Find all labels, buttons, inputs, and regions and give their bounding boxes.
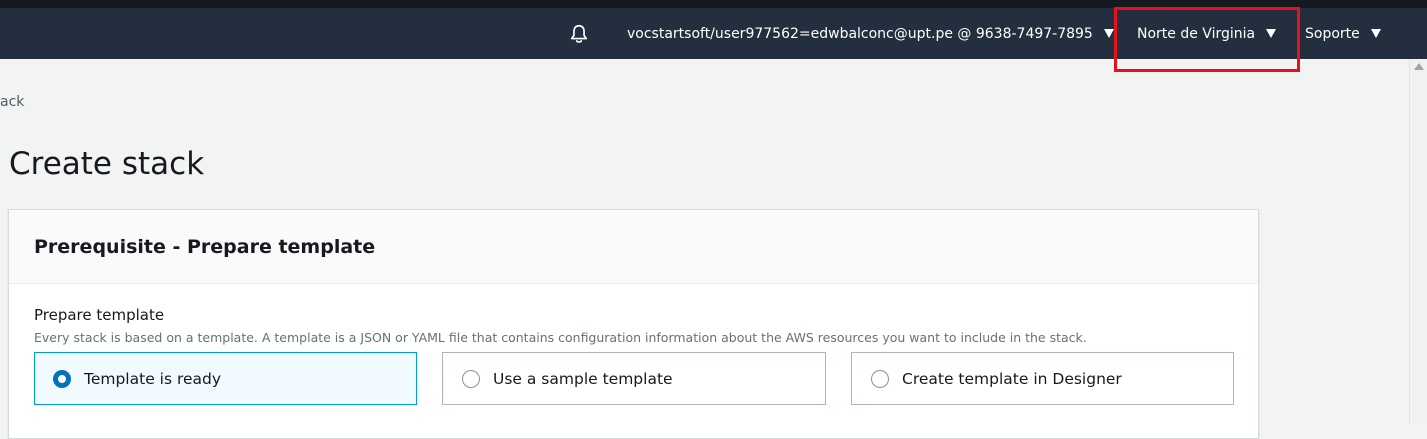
vertical-scrollbar[interactable] <box>1409 59 1427 424</box>
region-selector[interactable]: Norte de Virginia <box>1137 8 1277 59</box>
field-label: Prepare template <box>34 306 165 324</box>
radio-button[interactable] <box>871 369 889 388</box>
page-title: Create stack <box>9 146 205 182</box>
option-label: Use a sample template <box>493 369 673 388</box>
radio-button[interactable] <box>462 369 480 388</box>
scroll-up-arrow-icon[interactable] <box>1414 63 1424 70</box>
option-label: Create template in Designer <box>902 369 1122 388</box>
breadcrumb-item[interactable]: ack <box>0 94 24 110</box>
account-label: vocstartsoft/user977562=edwbalconc@upt.p… <box>627 25 1093 42</box>
support-label: Soporte <box>1305 25 1360 42</box>
account-menu[interactable]: vocstartsoft/user977562=edwbalconc@upt.p… <box>627 8 1114 59</box>
option-template-is-ready[interactable]: Template is ready <box>34 352 417 405</box>
prepare-template-panel: Prerequisite - Prepare template Prepare … <box>8 209 1259 439</box>
notifications-button[interactable] <box>566 8 592 59</box>
region-label: Norte de Virginia <box>1137 25 1256 42</box>
option-label: Template is ready <box>84 369 222 388</box>
option-create-template-in-designer[interactable]: Create template in Designer <box>851 352 1234 405</box>
support-menu[interactable]: Soporte <box>1305 8 1381 59</box>
panel-header: Prerequisite - Prepare template <box>9 210 1258 284</box>
breadcrumb[interactable]: ack <box>0 94 24 110</box>
field-description: Every stack is based on a template. A te… <box>34 330 1087 345</box>
top-navigation-bar: vocstartsoft/user977562=edwbalconc@upt.p… <box>0 8 1427 59</box>
panel-title: Prerequisite - Prepare template <box>34 235 376 258</box>
chevron-down-icon <box>1370 29 1381 38</box>
chevron-down-icon <box>1266 29 1277 38</box>
browser-top-strip <box>0 0 1427 8</box>
bell-icon <box>570 24 588 43</box>
chevron-down-icon <box>1103 29 1114 38</box>
option-use-sample-template[interactable]: Use a sample template <box>442 352 826 405</box>
radio-button-checked[interactable] <box>53 369 71 388</box>
